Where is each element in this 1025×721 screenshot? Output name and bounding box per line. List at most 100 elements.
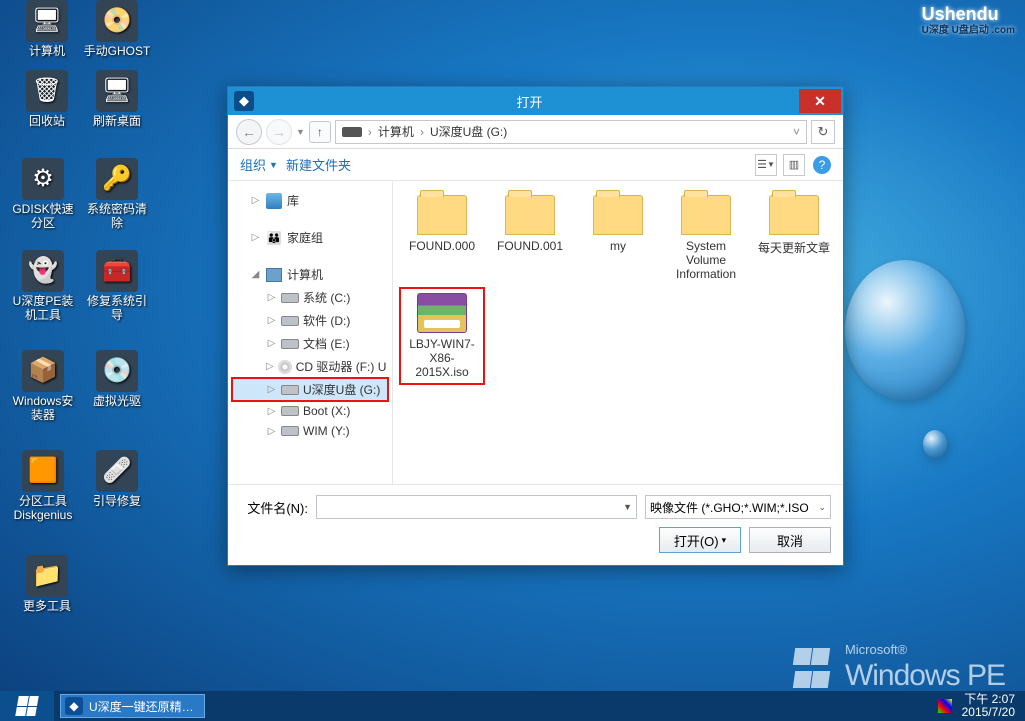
refresh-button[interactable]: ↻ (811, 120, 835, 144)
dialog-titlebar[interactable]: ◆ 打开 ✕ (228, 87, 843, 115)
tree-node[interactable]: ◢计算机 (232, 263, 388, 286)
breadcrumb-current[interactable]: U深度U盘 (G:) (430, 123, 507, 140)
file-item[interactable]: my (577, 191, 659, 285)
file-item[interactable]: FOUND.001 (489, 191, 571, 285)
file-list[interactable]: FOUND.000FOUND.001mySystem Volume Inform… (393, 181, 843, 484)
view-mode-button[interactable]: ☰ ▼ (755, 154, 777, 176)
desktop-icon[interactable]: 🖥刷新桌面 (82, 70, 152, 128)
desktop-icon[interactable]: 🗑 回收站 (12, 70, 82, 128)
cancel-button[interactable]: 取消 (749, 527, 831, 553)
filename-input[interactable]: ▼ (316, 495, 637, 519)
desktop-icon-glyph: 📦 (22, 350, 64, 392)
nav-row: ← → ▼ ↑ › 计算机 › U深度U盘 (G:) ˅ ↻ (228, 115, 843, 149)
chevron-icon: › (420, 125, 424, 139)
desktop-icon-glyph: 🟧 (22, 450, 64, 492)
desktop-icon-label: U深度PE装机工具 (8, 294, 78, 322)
dialog-body: ▷库 ▷👪家庭组 ◢计算机▷系统 (C:)▷软件 (D:)▷文档 (E:)▷CD 驱… (228, 181, 843, 484)
desktop-icon-glyph: ⚙ (22, 158, 64, 200)
file-item[interactable]: System Volume Information (665, 191, 747, 285)
desktop-icon-glyph: 🗑 (26, 70, 68, 112)
dialog-toolbar: 组织 ▼ 新建文件夹 ☰ ▼ ▥ ? (228, 149, 843, 181)
taskbar-item-icon: ◆ (65, 697, 83, 715)
folder-tree[interactable]: ▷库 ▷👪家庭组 ◢计算机▷系统 (C:)▷软件 (D:)▷文档 (E:)▷CD 驱… (228, 181, 393, 484)
view-controls: ☰ ▼ ▥ (755, 154, 805, 176)
file-type-filter[interactable]: 映像文件 (*.GHO;*.WIM;*.ISO⌄ (645, 495, 831, 519)
breadcrumb-root[interactable]: 计算机 (378, 123, 414, 140)
brand-logo: Ushendu U深度 U盘启动 .com (922, 4, 1015, 36)
desktop-icon[interactable]: 👻U深度PE装机工具 (8, 250, 78, 322)
open-button[interactable]: 打开(O) ▾ (659, 527, 741, 553)
desktop-icon[interactable]: 🔑系统密码清除 (82, 158, 152, 230)
rar-icon (417, 293, 467, 333)
desktop-icon-label: 引导修复 (82, 494, 152, 508)
tree-node[interactable]: ▷U深度U盘 (G:) (232, 378, 388, 401)
desktop-icon[interactable]: 📁更多工具 (12, 555, 82, 613)
tray-icon[interactable] (938, 699, 952, 713)
file-name: LBJY-WIN7-X86-2015X.iso (405, 337, 479, 379)
taskbar-item-label: U深度一键还原精… (89, 698, 194, 715)
tree-node[interactable]: ▷WIM (Y:) (232, 421, 388, 441)
file-name: 每天更新文章 (757, 239, 831, 256)
new-folder-button[interactable]: 新建文件夹 (286, 155, 351, 174)
filename-label: 文件名(N): (240, 498, 308, 517)
desktop-icon-label: GDISK快速分区 (8, 202, 78, 230)
file-item[interactable]: 每天更新文章 (753, 191, 835, 285)
clock-date: 2015/7/20 (962, 705, 1015, 719)
close-button[interactable]: ✕ (799, 89, 841, 113)
desktop-icon-glyph: 💿 (96, 350, 138, 392)
file-name: System Volume Information (669, 239, 743, 281)
desktop-icon-glyph: 📁 (26, 555, 68, 597)
desktop-icon-label: 虚拟光驱 (82, 394, 152, 408)
desktop-icon-glyph: 🩹 (96, 450, 138, 492)
tree-node[interactable]: ▷系统 (C:) (232, 286, 388, 309)
desktop-icon-glyph: 🖥 (96, 70, 138, 112)
decoration-drop (845, 260, 965, 400)
tree-node[interactable]: ▷库 (232, 189, 388, 212)
desktop-icon[interactable]: 📀手动GHOST (82, 0, 152, 58)
file-open-dialog: ◆ 打开 ✕ ← → ▼ ↑ › 计算机 › U深度U盘 (G:) ˅ ↻ 组织… (227, 86, 844, 566)
desktop-icon-label: 回收站 (12, 114, 82, 128)
desktop-icon[interactable]: ⚙GDISK快速分区 (8, 158, 78, 230)
windows-pe-watermark: Microsoft® Windows PE (794, 641, 1005, 693)
system-clock[interactable]: 下午 2:07 2015/7/20 (928, 693, 1025, 719)
up-button[interactable]: ↑ (309, 121, 331, 143)
start-button[interactable] (0, 691, 54, 721)
folder-icon (417, 195, 467, 235)
folder-icon (505, 195, 555, 235)
chevron-icon: › (368, 125, 372, 139)
windows-logo-icon (794, 648, 832, 686)
desktop-icon[interactable]: 🩹 引导修复 (82, 450, 152, 508)
desktop-icon[interactable]: 🖥计算机 (12, 0, 82, 58)
desktop-icon[interactable]: 🟧分区工具Diskgenius (8, 450, 78, 522)
back-button[interactable]: ← (236, 119, 262, 145)
dialog-title: 打开 (260, 92, 799, 111)
desktop-icon-glyph: 🔑 (96, 158, 138, 200)
decoration-drop (923, 430, 947, 458)
tree-node[interactable]: ▷Boot (X:) (232, 401, 388, 421)
address-dropdown-icon[interactable]: ˅ (793, 125, 800, 139)
desktop-icon[interactable]: 📦Windows安装器 (8, 350, 78, 422)
tree-node[interactable]: ▷文档 (E:) (232, 332, 388, 355)
chevron-down-icon[interactable]: ⌄ (818, 502, 826, 513)
desktop-icon-glyph: 📀 (96, 0, 138, 42)
history-dropdown-icon[interactable]: ▼ (296, 127, 305, 137)
tree-node[interactable]: ▷软件 (D:) (232, 309, 388, 332)
desktop-icon-label: 系统密码清除 (82, 202, 152, 230)
taskbar-item[interactable]: ◆ U深度一键还原精… (60, 694, 205, 718)
file-item[interactable]: LBJY-WIN7-X86-2015X.iso (401, 289, 483, 383)
organize-menu[interactable]: 组织 ▼ (240, 155, 278, 174)
help-button[interactable]: ? (813, 156, 831, 174)
preview-pane-button[interactable]: ▥ (783, 154, 805, 176)
file-item[interactable]: FOUND.000 (401, 191, 483, 285)
desktop-icon[interactable]: 💿 虚拟光驱 (82, 350, 152, 408)
chevron-down-icon[interactable]: ▼ (623, 502, 632, 512)
tree-node[interactable]: ▷👪家庭组 (232, 226, 388, 249)
desktop-icon[interactable]: 🧰修复系统引导 (82, 250, 152, 322)
forward-button[interactable]: → (266, 119, 292, 145)
folder-icon (681, 195, 731, 235)
desktop-icon-label: 计算机 (12, 44, 82, 58)
tree-node[interactable]: ▷CD 驱动器 (F:) U (232, 355, 388, 378)
windows-icon (15, 696, 39, 716)
address-bar[interactable]: › 计算机 › U深度U盘 (G:) ˅ (335, 120, 807, 144)
desktop-icon-label: Windows安装器 (8, 394, 78, 422)
